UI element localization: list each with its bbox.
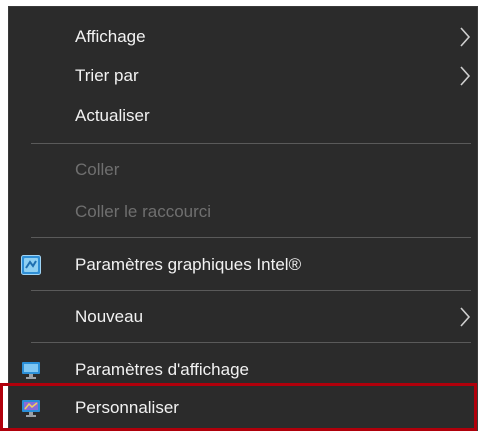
- personalize-icon: [21, 398, 41, 418]
- intel-graphics-icon: [21, 255, 41, 275]
- menu-separator: [31, 143, 471, 144]
- menu-item-label: Paramètres graphiques Intel®: [75, 255, 302, 274]
- menu-item-coller-raccourci: Coller le raccourci: [9, 192, 479, 232]
- context-menu: Affichage Trier par Actualiser Coller Co…: [8, 6, 478, 431]
- menu-item-coller: Coller: [9, 150, 479, 190]
- menu-item-label: Coller le raccourci: [75, 202, 212, 221]
- menu-separator: [31, 290, 471, 291]
- chevron-right-icon: [459, 65, 471, 87]
- menu-item-label: Affichage: [75, 27, 146, 46]
- menu-item-trier-par[interactable]: Trier par: [9, 56, 479, 96]
- menu-item-label: Coller: [75, 160, 120, 179]
- menu-item-parametres-affichage[interactable]: Paramètres d'affichage: [9, 350, 479, 390]
- menu-item-label: Actualiser: [75, 106, 150, 125]
- chevron-right-icon: [459, 306, 471, 328]
- menu-item-personnaliser[interactable]: Personnaliser: [9, 388, 479, 428]
- menu-item-label: Nouveau: [75, 307, 144, 326]
- menu-item-label: Paramètres d'affichage: [75, 360, 249, 379]
- menu-item-label: Personnaliser: [75, 398, 179, 417]
- menu-item-actualiser[interactable]: Actualiser: [9, 96, 479, 136]
- menu-item-label: Trier par: [75, 66, 139, 85]
- menu-item-intel-graphics[interactable]: Paramètres graphiques Intel®: [9, 245, 479, 285]
- chevron-right-icon: [459, 26, 471, 48]
- menu-item-nouveau[interactable]: Nouveau: [9, 297, 479, 337]
- menu-separator: [31, 342, 471, 343]
- menu-separator: [31, 237, 471, 238]
- display-settings-icon: [21, 360, 41, 380]
- menu-item-affichage[interactable]: Affichage: [9, 17, 479, 57]
